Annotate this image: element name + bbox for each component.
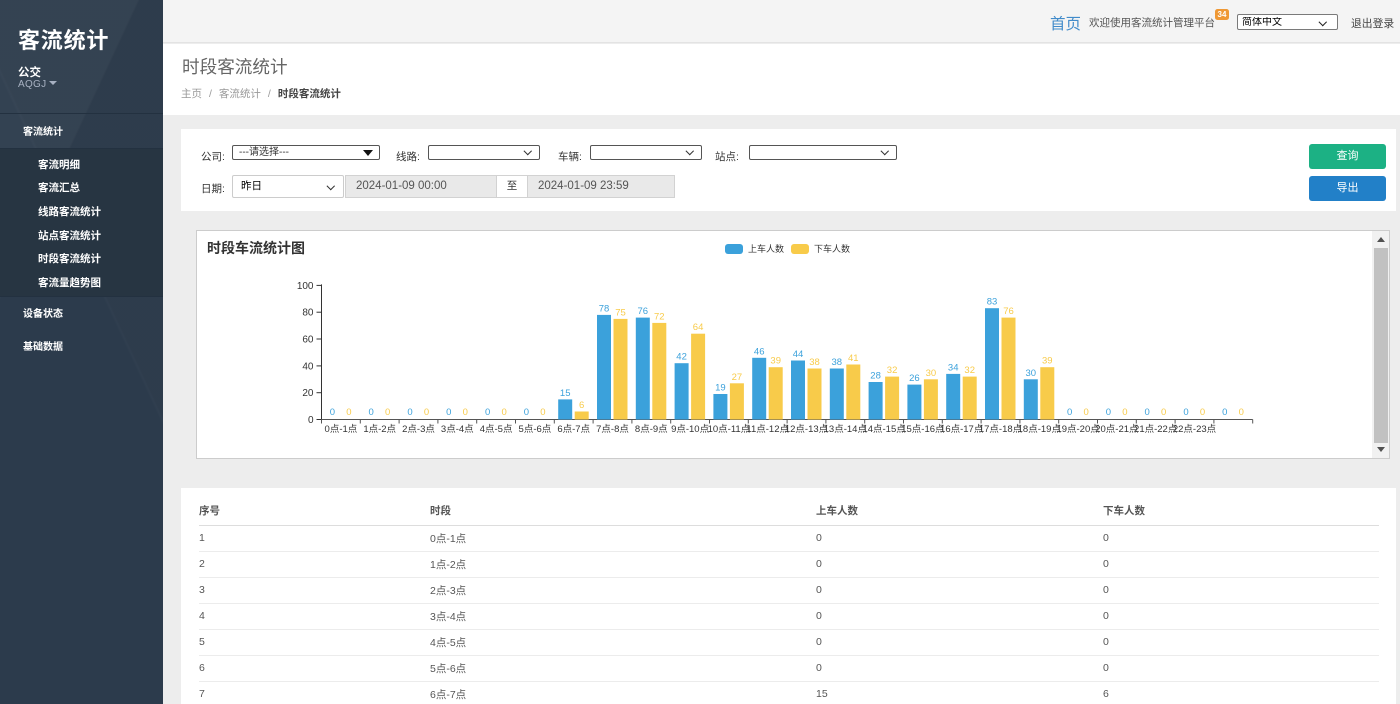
svg-text:32: 32: [887, 365, 898, 376]
svg-text:100: 100: [297, 280, 314, 291]
svg-text:83: 83: [987, 296, 998, 307]
svg-text:12点-13点: 12点-13点: [785, 424, 829, 435]
svg-text:34: 34: [948, 362, 959, 373]
svg-text:32: 32: [964, 365, 975, 376]
svg-text:0: 0: [540, 407, 545, 418]
svg-text:20点-21点: 20点-21点: [1095, 424, 1139, 435]
svg-text:38: 38: [809, 357, 820, 368]
svg-text:76: 76: [638, 306, 649, 317]
svg-text:30: 30: [926, 367, 937, 378]
svg-text:30: 30: [1026, 367, 1037, 378]
svg-text:0: 0: [1083, 407, 1088, 418]
svg-text:78: 78: [599, 303, 610, 314]
svg-text:16点-17点: 16点-17点: [940, 424, 984, 435]
svg-text:6点-7点: 6点-7点: [557, 424, 590, 435]
svg-text:42: 42: [676, 351, 687, 362]
svg-text:1点-2点: 1点-2点: [363, 424, 396, 435]
svg-text:0: 0: [385, 407, 390, 418]
svg-text:39: 39: [1042, 355, 1053, 366]
svg-text:39: 39: [770, 355, 781, 366]
svg-text:0: 0: [1145, 407, 1150, 418]
svg-text:0: 0: [330, 407, 335, 418]
svg-text:0: 0: [346, 407, 351, 418]
svg-text:60: 60: [302, 334, 314, 345]
svg-text:75: 75: [615, 307, 626, 318]
svg-text:6: 6: [579, 400, 584, 411]
svg-text:18点-19点: 18点-19点: [1018, 424, 1062, 435]
svg-text:41: 41: [848, 353, 859, 364]
svg-text:3点-4点: 3点-4点: [441, 424, 474, 435]
svg-text:0: 0: [369, 407, 374, 418]
svg-text:44: 44: [793, 349, 804, 360]
svg-text:19: 19: [715, 382, 726, 393]
svg-text:15点-16点: 15点-16点: [901, 424, 945, 435]
svg-text:0: 0: [1106, 407, 1111, 418]
svg-text:0: 0: [1239, 407, 1244, 418]
svg-text:0: 0: [485, 407, 490, 418]
svg-text:0: 0: [524, 407, 529, 418]
svg-text:0: 0: [446, 407, 451, 418]
svg-text:0: 0: [424, 407, 429, 418]
svg-text:2点-3点: 2点-3点: [402, 424, 435, 435]
svg-text:0: 0: [501, 407, 506, 418]
svg-text:0点-1点: 0点-1点: [325, 424, 358, 435]
svg-text:72: 72: [654, 311, 665, 322]
svg-text:17点-18点: 17点-18点: [979, 424, 1023, 435]
svg-text:4点-5点: 4点-5点: [480, 424, 513, 435]
svg-text:0: 0: [1200, 407, 1205, 418]
svg-text:15: 15: [560, 387, 571, 398]
svg-text:21点-22点: 21点-22点: [1134, 424, 1178, 435]
svg-text:28: 28: [870, 370, 881, 381]
svg-text:11点-12点: 11点-12点: [746, 424, 789, 435]
svg-text:10点-11点: 10点-11点: [708, 424, 751, 435]
svg-text:14点-15点: 14点-15点: [862, 424, 906, 435]
svg-text:0: 0: [1222, 407, 1227, 418]
svg-text:46: 46: [754, 346, 765, 357]
svg-text:5点-6点: 5点-6点: [519, 424, 552, 435]
svg-text:38: 38: [832, 357, 843, 368]
svg-text:22点-23点: 22点-23点: [1173, 424, 1217, 435]
svg-text:8点-9点: 8点-9点: [635, 424, 668, 435]
svg-text:0: 0: [1183, 407, 1188, 418]
svg-text:80: 80: [302, 307, 314, 318]
svg-text:27: 27: [732, 371, 743, 382]
svg-text:0: 0: [407, 407, 412, 418]
svg-text:19点-20点: 19点-20点: [1056, 424, 1100, 435]
svg-text:7点-8点: 7点-8点: [596, 424, 629, 435]
svg-text:9点-10点: 9点-10点: [671, 424, 710, 435]
svg-text:0: 0: [308, 415, 314, 426]
svg-text:26: 26: [909, 373, 920, 384]
svg-text:0: 0: [1122, 407, 1127, 418]
svg-text:13点-14点: 13点-14点: [824, 424, 868, 435]
svg-text:0: 0: [463, 407, 468, 418]
svg-text:40: 40: [302, 361, 314, 372]
svg-text:0: 0: [1067, 407, 1072, 418]
svg-text:0: 0: [1161, 407, 1166, 418]
svg-text:64: 64: [693, 322, 704, 333]
svg-text:20: 20: [302, 388, 314, 399]
svg-text:76: 76: [1003, 306, 1014, 317]
